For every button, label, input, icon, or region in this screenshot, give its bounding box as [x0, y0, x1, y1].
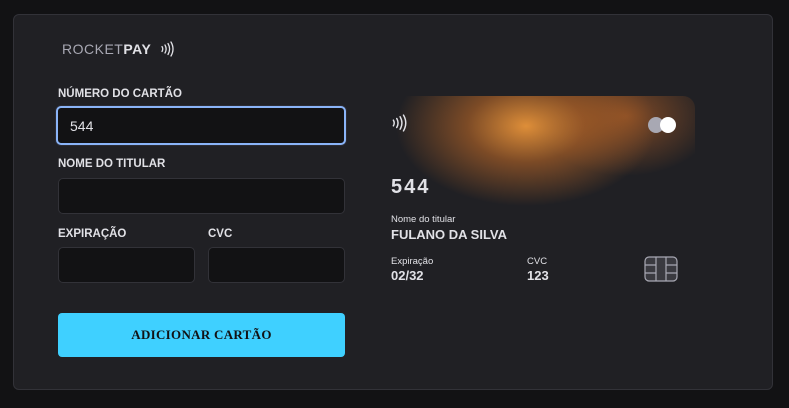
card-preview-holder-name: FULANO DA SILVA: [391, 227, 508, 242]
expiration-label: EXPIRAÇÃO: [58, 228, 127, 240]
payment-panel: ROCKETPAY NÚMERO DO CARTÃO NOME DO TITUL…: [13, 14, 773, 390]
add-card-button[interactable]: ADICIONAR CARTÃO: [58, 313, 345, 357]
card-preview-expiration-caption: Expiração: [391, 256, 434, 267]
contactless-icon: [392, 114, 407, 132]
card-preview: 544 Nome do titular FULANO DA SILVA Expi…: [376, 96, 695, 286]
contactless-icon: [161, 41, 174, 57]
card-preview-cvc-value: 123: [527, 268, 549, 283]
holder-name-label: NOME DO TITULAR: [58, 158, 166, 170]
logo: ROCKETPAY: [62, 41, 175, 57]
card-brand-icon: [648, 117, 676, 133]
card-preview-holder-caption: Nome do titular: [391, 214, 456, 225]
cvc-label: CVC: [208, 228, 233, 240]
card-preview-expiration-value: 02/32: [391, 268, 424, 283]
holder-name-input[interactable]: [58, 178, 345, 214]
logo-rocket: ROCKET: [62, 41, 124, 57]
chip-icon: [644, 256, 678, 282]
logo-pay: PAY: [123, 41, 152, 57]
card-number-label: NÚMERO DO CARTÃO: [58, 88, 182, 100]
card-preview-number: 544: [391, 176, 431, 198]
cvc-input[interactable]: [208, 247, 345, 283]
card-number-input[interactable]: [56, 106, 346, 145]
expiration-input[interactable]: [58, 247, 195, 283]
card-preview-cvc-caption: CVC: [527, 256, 548, 267]
